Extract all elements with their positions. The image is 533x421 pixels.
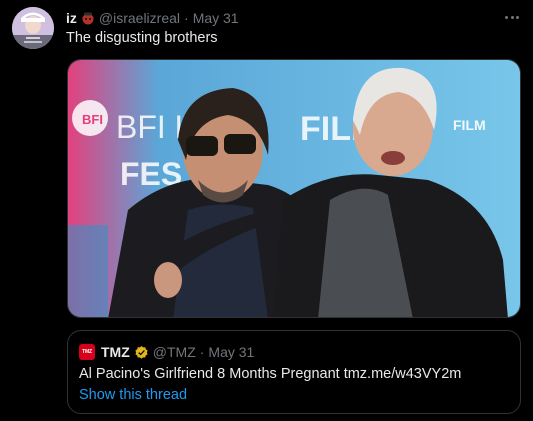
quoted-tweet-date[interactable]: May 31 [208,344,254,360]
quoted-tweet[interactable]: TMZ TMZ @TMZ · May 31 Al Pacino's Girlfr… [67,330,521,414]
separator-dot: · [199,344,205,360]
gold-verified-badge-icon [135,345,148,359]
quoted-author-handle[interactable]: @TMZ [153,344,196,360]
quoted-author-name[interactable]: TMZ [101,344,130,360]
backdrop-word: BFI [82,112,103,127]
tweet-text: The disgusting brothers [66,30,218,46]
more-options-button[interactable] [502,10,522,24]
ellipsis-icon-dot [510,15,514,19]
ellipsis-icon-dot [516,15,519,19]
separator-dot: · [184,10,189,26]
tmz-logo-icon: TMZ [79,344,95,360]
tweet-header: iz @israelizreal · May 31 [66,9,239,27]
tweet-media-photo[interactable]: BFI BFI L FILM FES FILM [67,59,521,318]
author-handle[interactable]: @israelizreal [99,10,180,26]
tweet-date[interactable]: May 31 [193,10,239,26]
photo-image: BFI BFI L FILM FES FILM [68,60,520,317]
quoted-tweet-text: Al Pacino's Girlfriend 8 Months Pregnant… [79,366,462,382]
author-name[interactable]: iz [66,10,77,26]
backdrop-word: FILM [453,117,486,133]
show-thread-link[interactable]: Show this thread [79,387,187,403]
tomato-head-emoji-icon [82,12,94,25]
quoted-tweet-header: TMZ TMZ @TMZ · May 31 [79,343,254,361]
tmz-logo-text: TMZ [82,349,92,355]
tweet[interactable]: iz @israelizreal · May 31 The disgusting… [0,0,533,421]
avatar-image [12,7,54,49]
avatar[interactable] [12,7,54,49]
ellipsis-icon-dot [505,15,508,19]
